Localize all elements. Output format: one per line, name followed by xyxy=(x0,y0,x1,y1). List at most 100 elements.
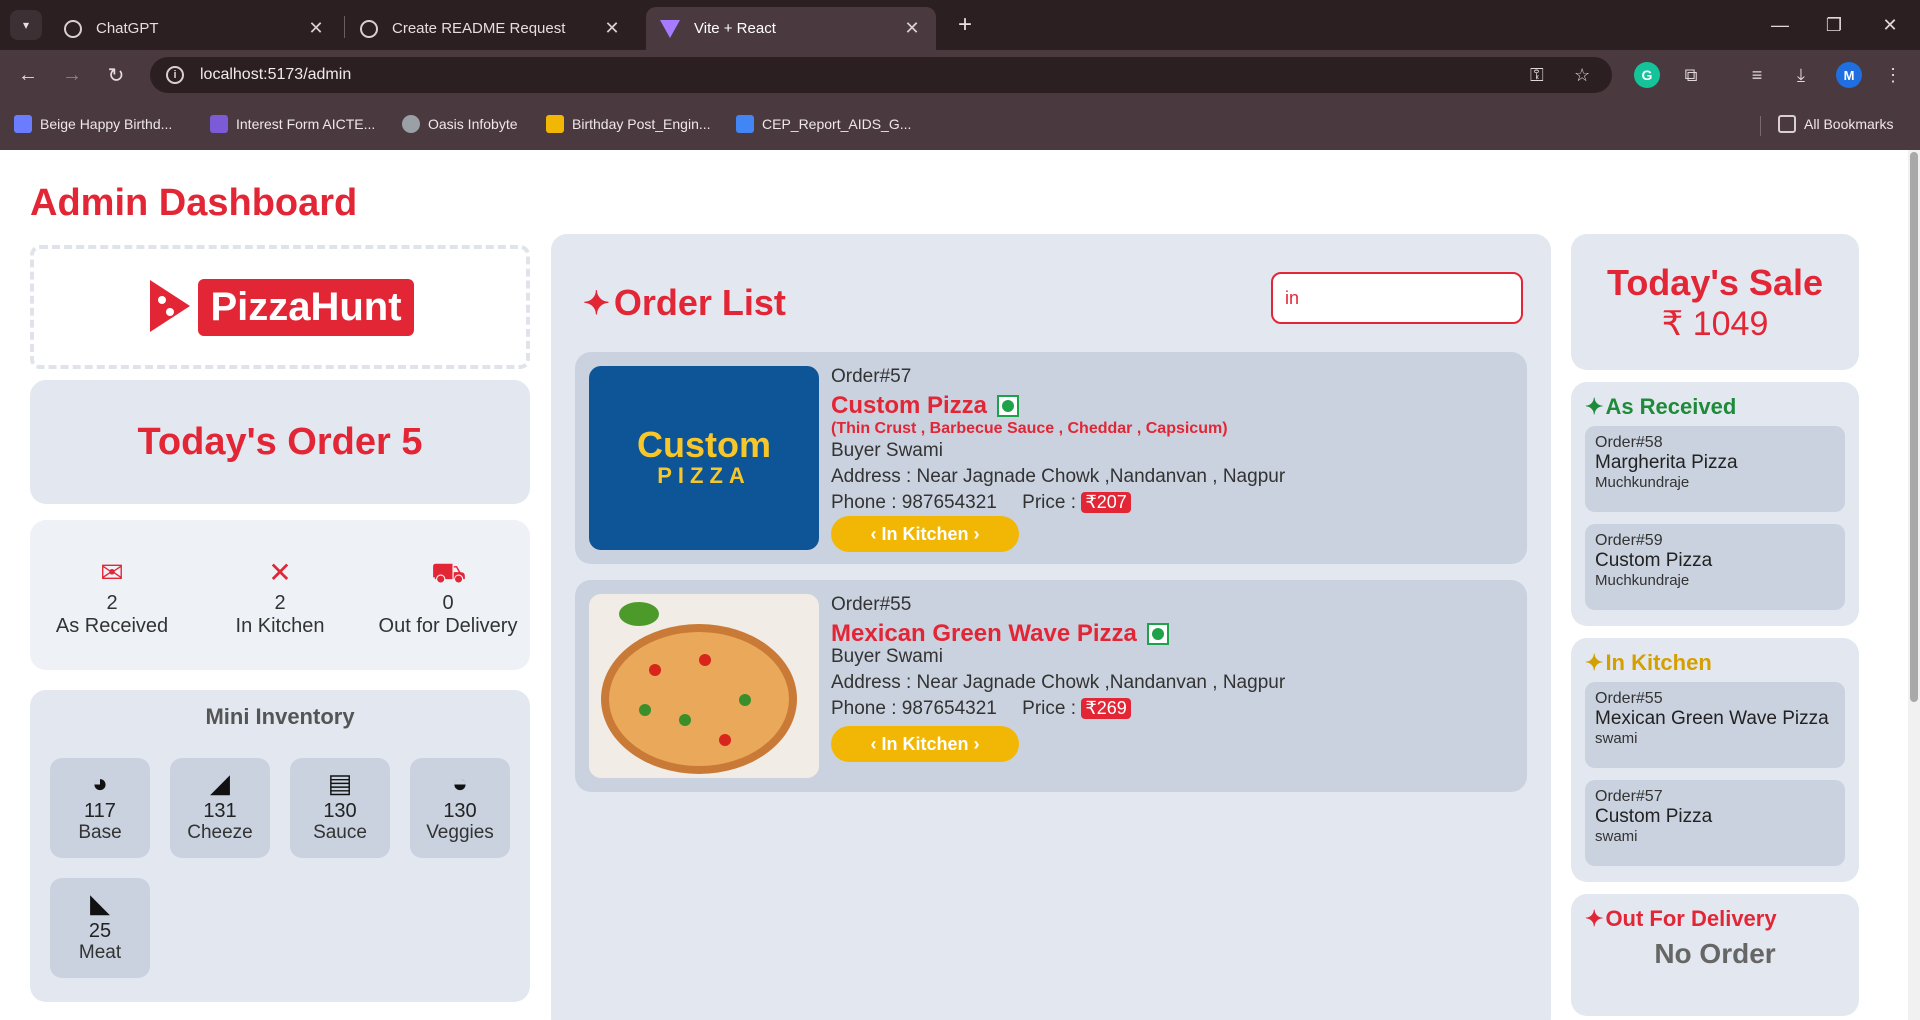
site-info-icon[interactable]: i xyxy=(166,66,184,84)
address-bar[interactable]: i localhost:5173/admin ⚿ ☆ xyxy=(150,57,1612,93)
inventory-label: Base xyxy=(78,822,122,843)
as-received-column: ✦ As Received Order#58 Margherita Pizza … xyxy=(1571,382,1859,626)
reload-button[interactable]: ↻ xyxy=(100,60,132,90)
empty-state-text: No Order xyxy=(1654,938,1776,969)
close-icon[interactable]: ✕ xyxy=(602,18,622,39)
bookmark-divider xyxy=(1760,116,1761,136)
inventory-count: 25 xyxy=(88,920,112,942)
bookmark-star-icon[interactable]: ☆ xyxy=(1574,65,1590,86)
sparkle-icon: ✦ xyxy=(1585,906,1604,931)
bookmark-item[interactable]: Beige Happy Birthd... xyxy=(14,115,172,133)
order-name-row: Custom Pizza xyxy=(831,392,1020,420)
inventory-item-sauce: ▤ 130 Sauce xyxy=(290,758,390,858)
close-icon[interactable]: ✕ xyxy=(306,18,326,39)
order-id: Order#57 xyxy=(831,366,912,387)
order-thumbnail: Custom PIZZA xyxy=(589,366,819,550)
order-list-title: Order List xyxy=(613,282,786,323)
column-title: ✦ Out For Delivery xyxy=(1585,906,1777,932)
order-card: Order#55 Mexican Green Wave Pizza Buyer … xyxy=(575,580,1527,792)
sparkle-icon: ✦ xyxy=(583,285,610,321)
in-kitchen-status-button[interactable]: ‹ In Kitchen › xyxy=(831,516,1019,552)
restore-button[interactable]: ❐ xyxy=(1814,10,1854,40)
bookmark-item[interactable]: Birthday Post_Engin... xyxy=(546,115,711,133)
todays-order-card: Today's Order 5 xyxy=(30,380,530,504)
order-name: Mexican Green Wave Pizza xyxy=(831,620,1137,647)
close-window-button[interactable]: ✕ xyxy=(1870,10,1910,40)
tab-create-readme[interactable]: Create README Request ✕ xyxy=(346,7,636,50)
order-phone-price: Phone : 987654321 Price : ₹269 xyxy=(831,698,1131,720)
price-badge: ₹269 xyxy=(1081,698,1131,719)
new-tab-button[interactable]: + xyxy=(950,10,980,40)
admin-page: Admin Dashboard PizzaHunt Today's Order … xyxy=(0,150,1920,1020)
sale-value: ₹ 1049 xyxy=(1661,305,1769,343)
minimize-button[interactable]: — xyxy=(1760,10,1800,40)
order-card: Custom PIZZA Order#57 Custom Pizza (Thin… xyxy=(575,352,1527,564)
extensions-icon[interactable]: ⧉ xyxy=(1678,62,1704,88)
bookmark-label: CEP_Report_AIDS_G... xyxy=(762,116,912,132)
order-search-input[interactable] xyxy=(1271,272,1523,324)
tab-vite-react[interactable]: Vite + React ✕ xyxy=(646,7,936,50)
order-list-heading: ✦ Order List xyxy=(583,282,786,324)
stat-count: 0 xyxy=(442,592,454,614)
price-label: Price : xyxy=(1022,698,1077,719)
mini-order-name: Margherita Pizza xyxy=(1595,452,1738,473)
password-key-icon[interactable]: ⚿ xyxy=(1530,65,1544,86)
all-bookmarks[interactable]: All Bookmarks xyxy=(1778,115,1893,133)
price-label: Price : xyxy=(1022,492,1077,513)
sparkle-icon: ✦ xyxy=(1585,394,1604,419)
order-address: Address : Near Jagnade Chowk ,Nandanvan … xyxy=(831,466,1286,487)
bookmark-label: All Bookmarks xyxy=(1804,116,1894,132)
inventory-item-base: ◕ 117 Base xyxy=(50,758,150,858)
profile-avatar[interactable]: M xyxy=(1836,62,1862,88)
mini-order-card[interactable]: Order#57 Custom Pizza swami xyxy=(1585,780,1845,866)
in-kitchen-status-button[interactable]: ‹ In Kitchen › xyxy=(831,726,1019,762)
chatgpt-icon xyxy=(64,19,82,38)
docs-icon xyxy=(736,115,754,133)
price-badge: ₹207 xyxy=(1081,492,1131,513)
bookmark-item[interactable]: CEP_Report_AIDS_G... xyxy=(736,115,911,133)
inventory-item-cheeze: ◢ 131 Cheeze xyxy=(170,758,270,858)
grammarly-extension-icon[interactable]: G xyxy=(1634,62,1660,88)
back-button[interactable]: ← xyxy=(12,60,44,90)
in-kitchen-column: ✦ In Kitchen Order#55 Mexican Green Wave… xyxy=(1571,638,1859,882)
sale-title: Today's Sale xyxy=(1607,262,1823,303)
url-text: localhost:5173/admin xyxy=(200,66,352,83)
order-address: Address : Near Jagnade Chowk ,Nandanvan … xyxy=(831,672,1286,693)
tab-chatgpt[interactable]: ChatGPT ✕ xyxy=(50,7,340,50)
stat-as-received: ✉ 2 As Received xyxy=(32,558,192,638)
mini-order-card[interactable]: Order#55 Mexican Green Wave Pizza swami xyxy=(1585,682,1845,768)
order-phone-price: Phone : 987654321 Price : ₹207 xyxy=(831,492,1131,514)
download-icon[interactable]: ⤓ xyxy=(1788,62,1814,88)
bookmark-item[interactable]: Interest Form AICTE... xyxy=(210,115,375,133)
mini-order-buyer: Muchkundraje xyxy=(1595,572,1690,589)
scrollbar-thumb[interactable] xyxy=(1910,152,1918,702)
pizza-logo-icon xyxy=(146,278,192,336)
tab-title: Create README Request xyxy=(392,20,566,37)
media-control-icon[interactable]: ≡ xyxy=(1744,62,1770,88)
inventory-label: Cheeze xyxy=(187,822,253,843)
order-name-row: Mexican Green Wave Pizza xyxy=(831,620,1169,648)
tab-search-button[interactable]: ▾ xyxy=(10,10,42,40)
mini-order-buyer: Muchkundraje xyxy=(1595,474,1690,491)
order-buyer: Buyer Swami xyxy=(831,440,943,461)
stat-label: Out for Delivery xyxy=(378,615,518,637)
mini-order-card[interactable]: Order#59 Custom Pizza Muchkundraje xyxy=(1585,524,1845,610)
sparkle-icon: ✦ xyxy=(1585,650,1604,675)
tab-title: ChatGPT xyxy=(96,20,159,37)
stat-label: As Received xyxy=(55,615,169,637)
tab-bar: ▾ ChatGPT ✕ Create README Request ✕ Vite… xyxy=(0,0,1920,50)
inventory-title: Mini Inventory xyxy=(205,704,355,729)
bookmark-item[interactable]: Oasis Infobyte xyxy=(402,115,518,133)
bookmark-label: Beige Happy Birthd... xyxy=(40,116,173,132)
close-icon[interactable]: ✕ xyxy=(902,18,922,39)
mini-order-name: Custom Pizza xyxy=(1595,806,1713,827)
delivery-truck-icon: ⛟ xyxy=(431,557,467,588)
inventory-count: 117 xyxy=(84,800,116,822)
mini-order-name: Custom Pizza xyxy=(1595,550,1713,571)
mini-order-card[interactable]: Order#58 Margherita Pizza Muchkundraje xyxy=(1585,426,1845,512)
column-title: ✦ As Received xyxy=(1585,394,1736,420)
bookmark-label: Interest Form AICTE... xyxy=(236,116,376,132)
menu-kebab-icon[interactable]: ⋮ xyxy=(1880,62,1906,88)
forward-button[interactable]: → xyxy=(56,60,88,90)
inventory-label: Sauce xyxy=(313,822,367,843)
